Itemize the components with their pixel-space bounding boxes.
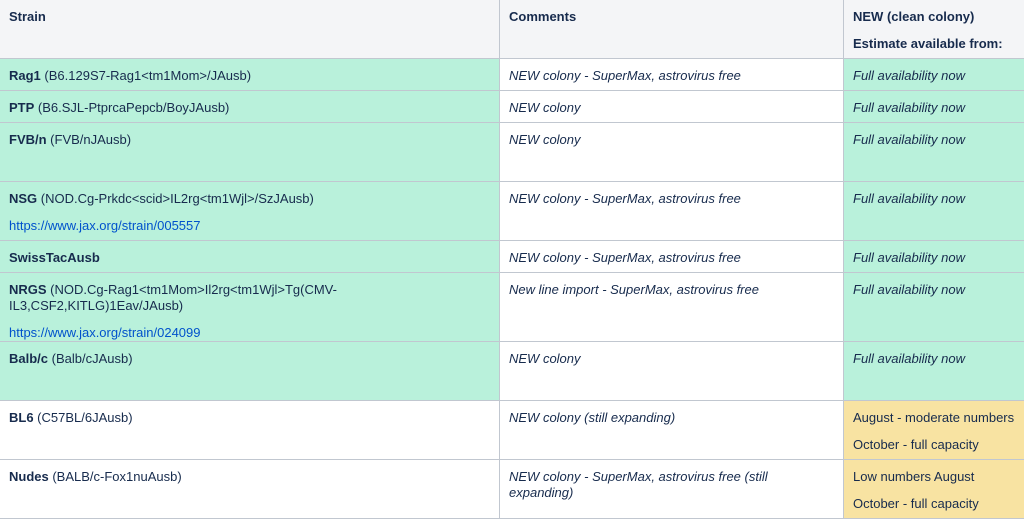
strain-name: BL6 — [9, 410, 34, 425]
header-comments[interactable]: Comments — [500, 0, 844, 59]
comment-cell: NEW colony - SuperMax, astrovirus free (… — [500, 460, 844, 519]
availability-cell: Full availability now — [844, 91, 1024, 123]
availability-text: August - moderate numbers — [853, 410, 1016, 426]
table-row: Balb/c (Balb/cJAusb) NEW colony Full ava… — [0, 342, 1024, 401]
strain-name: NRGS — [9, 282, 47, 297]
strain-detail: (Balb/cJAusb) — [48, 351, 133, 366]
comment-cell: NEW colony - SuperMax, astrovirus free — [500, 59, 844, 91]
strain-name: FVB/n — [9, 132, 47, 147]
strain-availability-table: Strain Comments NEW (clean colony) Estim… — [0, 0, 1024, 519]
availability-cell: Full availability now — [844, 241, 1024, 273]
strain-cell: Balb/c (Balb/cJAusb) — [0, 342, 500, 401]
availability-cell: Full availability now — [844, 273, 1024, 342]
header-new-clean-colony[interactable]: NEW (clean colony) Estimate available fr… — [844, 0, 1024, 59]
table-row: NSG (NOD.Cg-Prkdc<scid>IL2rg<tm1Wjl>/SzJ… — [0, 182, 1024, 241]
availability-text: Low numbers August — [853, 469, 1016, 485]
table-row: BL6 (C57BL/6JAusb) NEW colony (still exp… — [0, 401, 1024, 460]
strain-name: Nudes — [9, 469, 49, 484]
strain-detail: (NOD.Cg-Rag1<tm1Mom>Il2rg<tm1Wjl>Tg(CMV-… — [9, 282, 337, 313]
strain-detail: (B6.129S7-Rag1<tm1Mom>/JAusb) — [41, 68, 251, 83]
table-row: Rag1 (B6.129S7-Rag1<tm1Mom>/JAusb) NEW c… — [0, 59, 1024, 91]
availability-text: Full availability now — [853, 132, 1016, 148]
availability-cell: August - moderate numbers October - full … — [844, 401, 1024, 460]
availability-cell: Full availability now — [844, 182, 1024, 241]
strain-detail: (BALB/c-Fox1nuAusb) — [49, 469, 182, 484]
availability-text: Full availability now — [853, 250, 1016, 266]
strain-name: NSG — [9, 191, 37, 206]
table-row: Nudes (BALB/c-Fox1nuAusb) NEW colony - S… — [0, 460, 1024, 519]
strain-cell: Nudes (BALB/c-Fox1nuAusb) — [0, 460, 500, 519]
availability-text: October - full capacity — [853, 437, 1016, 453]
jax-strain-link[interactable]: https://www.jax.org/strain/005557 — [9, 218, 490, 234]
strain-detail: (B6.SJL-PtprcaPepcb/BoyJAusb) — [34, 100, 229, 115]
availability-cell: Full availability now — [844, 342, 1024, 401]
table-row: PTP (B6.SJL-PtprcaPepcb/BoyJAusb) NEW co… — [0, 91, 1024, 123]
strain-detail: (FVB/nJAusb) — [47, 132, 132, 147]
availability-text: Full availability now — [853, 282, 1016, 298]
header-new-line1: NEW (clean colony) — [853, 9, 974, 24]
strain-cell: BL6 (C57BL/6JAusb) — [0, 401, 500, 460]
comment-cell: NEW colony - SuperMax, astrovirus free — [500, 241, 844, 273]
strain-cell: SwissTacAusb — [0, 241, 500, 273]
availability-cell: Full availability now — [844, 123, 1024, 182]
availability-text: October - full capacity — [853, 496, 1016, 512]
strain-detail: (C57BL/6JAusb) — [34, 410, 133, 425]
comment-cell: NEW colony — [500, 342, 844, 401]
table-row: SwissTacAusb NEW colony - SuperMax, astr… — [0, 241, 1024, 273]
strain-cell: NRGS (NOD.Cg-Rag1<tm1Mom>Il2rg<tm1Wjl>Tg… — [0, 273, 500, 342]
strain-cell: FVB/n (FVB/nJAusb) — [0, 123, 500, 182]
comment-cell: NEW colony — [500, 91, 844, 123]
strain-name: Rag1 — [9, 68, 41, 83]
comment-cell: NEW colony (still expanding) — [500, 401, 844, 460]
strain-name: SwissTacAusb — [9, 250, 100, 265]
availability-text: Full availability now — [853, 100, 1016, 116]
comment-cell: New line import - SuperMax, astrovirus f… — [500, 273, 844, 342]
availability-cell: Full availability now — [844, 59, 1024, 91]
comment-cell: NEW colony - SuperMax, astrovirus free — [500, 182, 844, 241]
strain-name: Balb/c — [9, 351, 48, 366]
strain-cell: Rag1 (B6.129S7-Rag1<tm1Mom>/JAusb) — [0, 59, 500, 91]
availability-text: Full availability now — [853, 191, 1016, 207]
jax-strain-link[interactable]: https://www.jax.org/strain/024099 — [9, 325, 490, 341]
strain-cell: NSG (NOD.Cg-Prkdc<scid>IL2rg<tm1Wjl>/SzJ… — [0, 182, 500, 241]
header-strain[interactable]: Strain — [0, 0, 500, 59]
strain-cell: PTP (B6.SJL-PtprcaPepcb/BoyJAusb) — [0, 91, 500, 123]
comment-cell: NEW colony — [500, 123, 844, 182]
strain-detail: (NOD.Cg-Prkdc<scid>IL2rg<tm1Wjl>/SzJAusb… — [37, 191, 314, 206]
table-row: FVB/n (FVB/nJAusb) NEW colony Full avail… — [0, 123, 1024, 182]
header-new-line2: Estimate available from: — [853, 36, 1016, 52]
availability-text: Full availability now — [853, 351, 1016, 367]
header-row: Strain Comments NEW (clean colony) Estim… — [0, 0, 1024, 59]
table-row: NRGS (NOD.Cg-Rag1<tm1Mom>Il2rg<tm1Wjl>Tg… — [0, 273, 1024, 342]
strain-name: PTP — [9, 100, 34, 115]
availability-text: Full availability now — [853, 68, 1016, 84]
availability-cell: Low numbers August October - full capacit… — [844, 460, 1024, 519]
